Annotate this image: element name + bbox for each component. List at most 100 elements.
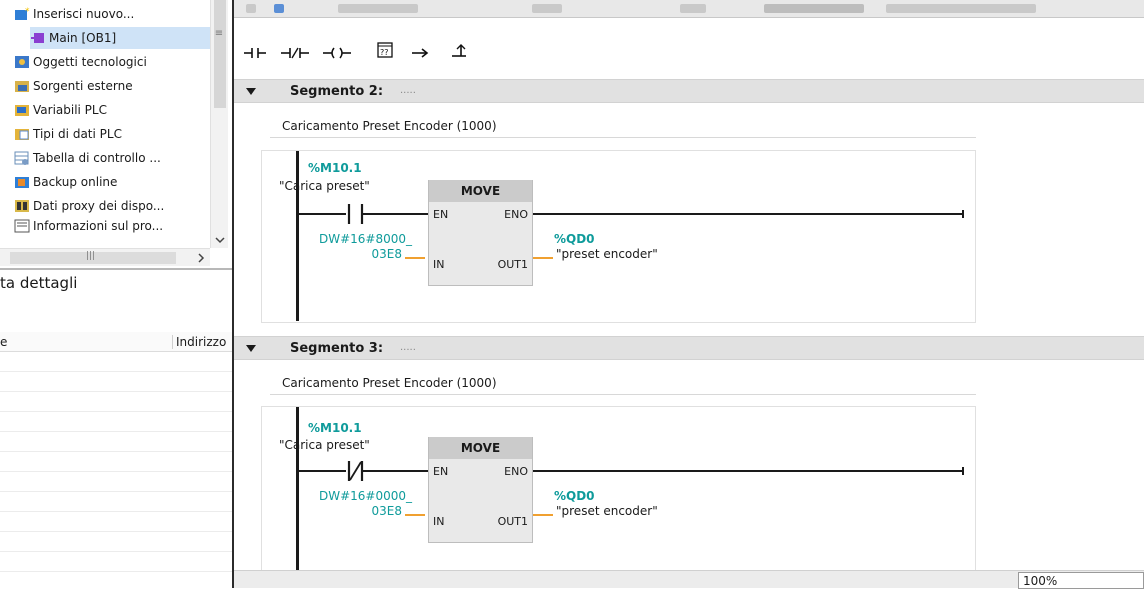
open-branch-icon xyxy=(412,48,429,58)
contact-operand[interactable]: "Carica preset" xyxy=(279,179,370,193)
coil-icon xyxy=(323,47,351,59)
online-backup-icon xyxy=(14,175,30,189)
zoom-select[interactable]: 100% xyxy=(1018,572,1144,589)
project-tree: * Inserisci nuovo... Main [OB1] Oggetti … xyxy=(0,0,232,268)
rung-wire xyxy=(299,213,346,215)
details-row xyxy=(0,412,232,432)
tree-item-program-info[interactable]: Informazioni sul pro... xyxy=(14,219,210,233)
in-wire xyxy=(405,514,425,516)
in-constant-line2[interactable]: 03E8 xyxy=(306,247,403,261)
segment-title-placeholder[interactable]: ..... xyxy=(400,85,416,96)
rung-wire xyxy=(363,470,428,472)
tree-item-external-sources[interactable]: Sorgenti esterne xyxy=(14,75,210,97)
in-constant-line2[interactable]: 03E8 xyxy=(306,504,403,518)
technology-objects-icon xyxy=(14,55,30,69)
move-box[interactable]: MOVE EN ENO IN OUT1 xyxy=(428,180,533,286)
details-row xyxy=(0,432,232,452)
in-constant-line1[interactable]: DW#16#0000_ xyxy=(272,489,412,503)
in-constant-line1[interactable]: DW#16#8000_ xyxy=(272,232,412,246)
details-view-title: ta dettagli xyxy=(0,274,78,292)
segment-3-network[interactable]: %M10.1 "Carica preset" MOVE EN ENO IN OU… xyxy=(261,406,976,576)
out-operand[interactable]: "preset encoder" xyxy=(556,247,658,261)
rung-wire xyxy=(299,470,346,472)
segment-title-placeholder[interactable]: ..... xyxy=(400,342,416,353)
pin-eno: ENO xyxy=(504,208,528,221)
program-info-icon xyxy=(14,219,30,233)
details-row xyxy=(0,392,232,412)
tree-item-plc-data-types[interactable]: Tipi di dati PLC xyxy=(14,123,210,145)
plc-tags-icon xyxy=(14,103,30,117)
rung-wire xyxy=(533,213,964,215)
tree-vertical-scrollbar[interactable]: ≡ xyxy=(210,0,228,248)
details-row xyxy=(0,472,232,492)
editor-status-bar: 100% xyxy=(234,570,1144,589)
pin-in: IN xyxy=(433,258,445,271)
scroll-grip-icon: ≡ xyxy=(214,28,224,39)
details-row xyxy=(0,352,232,372)
box-title: MOVE xyxy=(429,437,532,459)
contact-address[interactable]: %M10.1 xyxy=(308,421,362,435)
plc-data-types-icon xyxy=(14,127,30,141)
out-wire xyxy=(533,257,553,259)
column-name-header[interactable]: e xyxy=(0,335,7,349)
pin-en: EN xyxy=(433,465,449,478)
interface-section-strip xyxy=(234,0,1144,18)
empty-box-button[interactable]: ?? xyxy=(374,41,396,59)
tree-item-technology-objects[interactable]: Oggetti tecnologici xyxy=(14,51,210,73)
no-contact-button[interactable] xyxy=(242,44,268,62)
scroll-down-arrow-icon[interactable] xyxy=(211,232,229,248)
add-block-icon: * xyxy=(14,7,30,21)
pin-out1: OUT1 xyxy=(497,258,528,271)
pin-in: IN xyxy=(433,515,445,528)
nc-contact-button[interactable] xyxy=(280,44,310,62)
external-sources-icon xyxy=(14,79,30,93)
segment-2-header[interactable]: Segmento 2: ..... xyxy=(234,79,1144,103)
close-branch-button[interactable] xyxy=(448,42,470,60)
out-address[interactable]: %QD0 xyxy=(554,232,595,246)
collapse-caret-icon[interactable] xyxy=(246,88,256,95)
scroll-right-arrow-icon[interactable] xyxy=(192,249,210,267)
column-address-header[interactable]: Indirizzo xyxy=(172,335,234,349)
tree-item-device-proxy[interactable]: Dati proxy dei dispo... xyxy=(14,195,210,217)
watch-table-icon xyxy=(14,151,30,165)
out-operand[interactable]: "preset encoder" xyxy=(556,504,658,518)
coil-button[interactable] xyxy=(322,44,352,62)
rung-wire xyxy=(533,470,964,472)
svg-text:??: ?? xyxy=(380,48,389,57)
pin-out1: OUT1 xyxy=(497,515,528,528)
tree-item-main-ob1[interactable]: Main [OB1] xyxy=(30,27,210,49)
close-branch-icon xyxy=(452,44,466,57)
details-table-header: e Indirizzo xyxy=(0,332,232,352)
segment-title: Segmento 3: xyxy=(290,341,384,356)
rung-wire xyxy=(363,213,428,215)
tree-horizontal-scrollbar[interactable]: ||| xyxy=(0,248,210,266)
segment-2-comment[interactable]: Caricamento Preset Encoder (1000) xyxy=(270,112,976,138)
details-row xyxy=(0,492,232,512)
details-row xyxy=(0,532,232,552)
details-row xyxy=(0,452,232,472)
tree-item-plc-tags[interactable]: Variabili PLC xyxy=(14,99,210,121)
tree-item-add-new-block[interactable]: * Inserisci nuovo... xyxy=(14,3,210,25)
open-branch-button[interactable] xyxy=(410,44,432,62)
out-address[interactable]: %QD0 xyxy=(554,489,595,503)
details-row xyxy=(0,552,232,572)
collapse-caret-icon[interactable] xyxy=(246,345,256,352)
contact-address[interactable]: %M10.1 xyxy=(308,161,362,175)
tree-item-online-backup[interactable]: Backup online xyxy=(14,171,210,193)
details-view: ta dettagli e Indirizzo xyxy=(0,268,232,588)
segment-3-header[interactable]: Segmento 3: ..... xyxy=(234,336,1144,360)
device-proxy-icon xyxy=(14,199,30,213)
contact-operand[interactable]: "Carica preset" xyxy=(279,438,370,452)
details-row xyxy=(0,512,232,532)
ladder-toolbar: ?? xyxy=(234,18,1144,79)
hscroll-grip-icon: ||| xyxy=(86,251,96,261)
move-box[interactable]: MOVE EN ENO IN OUT1 xyxy=(428,437,533,543)
segment-3-comment[interactable]: Caricamento Preset Encoder (1000) xyxy=(270,369,976,395)
segment-2-network[interactable]: %M10.1 "Carica preset" MOVE EN ENO IN OU… xyxy=(261,150,976,323)
tree-scroll-thumb[interactable] xyxy=(214,0,226,108)
out-wire xyxy=(533,514,553,516)
box-title: MOVE xyxy=(429,180,532,202)
empty-box-icon: ?? xyxy=(377,42,393,58)
tree-item-watch-table[interactable]: Tabella di controllo ... xyxy=(14,147,210,169)
svg-text:*: * xyxy=(25,7,30,17)
